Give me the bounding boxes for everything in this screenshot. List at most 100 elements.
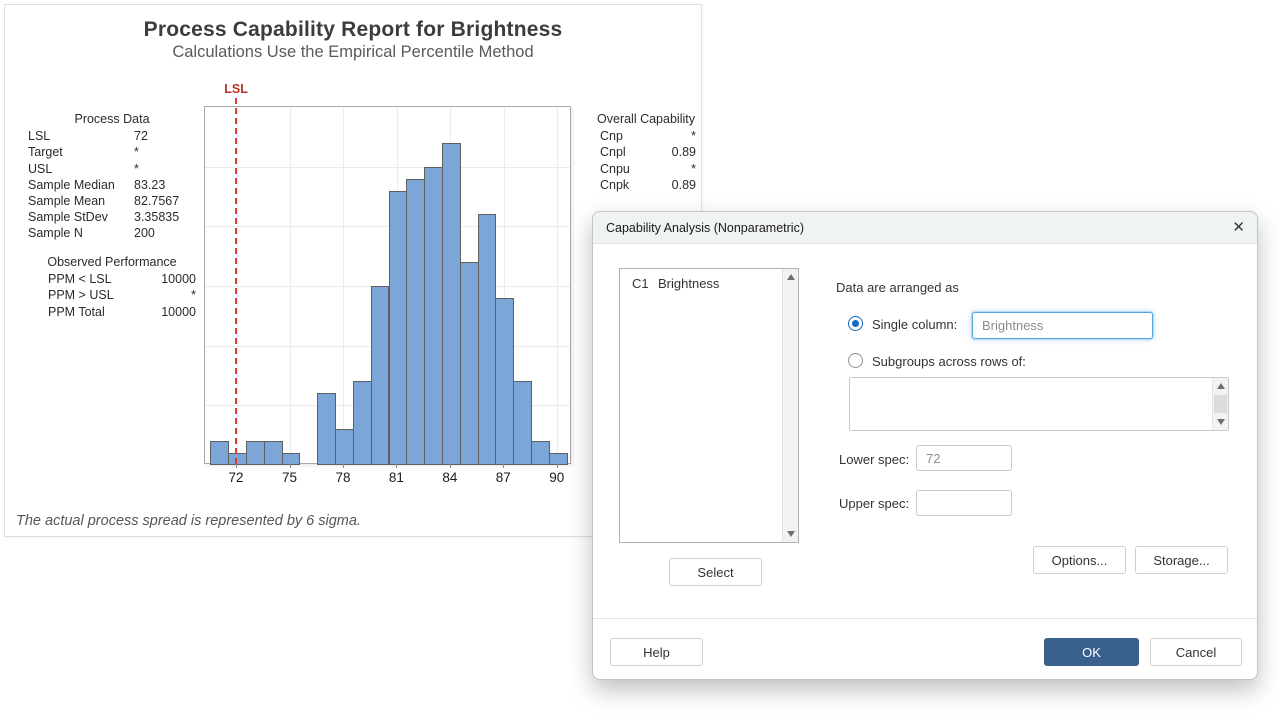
histogram-bar (531, 441, 550, 465)
gridline-horizontal (205, 226, 570, 227)
x-tick-label: 81 (379, 470, 413, 485)
help-button-label: Help (643, 645, 670, 660)
chart-title-block: Process Capability Report for Brightness… (5, 18, 701, 62)
stat-row: Cnpu* (600, 161, 696, 177)
scroll-down-button[interactable] (783, 526, 798, 542)
subgroups-scroll-up-icon (1217, 383, 1225, 389)
histogram-bar (335, 429, 354, 465)
stat-label: PPM > USL (48, 287, 114, 303)
stat-value: 72 (134, 128, 196, 144)
chart-title: Process Capability Report for Brightness (5, 18, 701, 42)
histogram-bar (317, 393, 336, 465)
histogram-bar (228, 453, 247, 465)
observed-performance-panel: Observed Performance PPM < LSL10000PPM >… (28, 254, 196, 320)
stat-row: PPM Total10000 (48, 304, 196, 320)
radio-dot (852, 320, 859, 327)
dialog-titlebar[interactable]: Capability Analysis (Nonparametric) ✕ (593, 212, 1257, 244)
stat-value: 0.89 (672, 177, 696, 193)
x-tick-mark (343, 464, 344, 468)
subgroups-scrollbar[interactable] (1212, 378, 1228, 430)
stat-value: 200 (134, 225, 196, 241)
select-button[interactable]: Select (669, 558, 762, 586)
scroll-up-button[interactable] (783, 269, 798, 285)
scroll-up-icon (787, 274, 795, 280)
stat-row: Cnpl0.89 (600, 144, 696, 160)
stat-label: Cnpl (600, 144, 626, 160)
single-column-input[interactable] (972, 312, 1153, 339)
stat-row: Sample StDev3.35835 (28, 209, 196, 225)
histogram-plot (204, 106, 571, 464)
options-button-label: Options... (1052, 553, 1108, 568)
histogram-bar (264, 441, 283, 465)
x-tick-label: 90 (540, 470, 574, 485)
stat-label: Sample StDev (28, 209, 134, 225)
x-tick-mark (557, 464, 558, 468)
overall-capability-rows: Cnp*Cnpl0.89Cnpu*Cnpk0.89 (594, 128, 698, 193)
histogram-bar (460, 262, 479, 465)
histogram-bar (442, 143, 461, 465)
upper-spec-input[interactable] (916, 490, 1012, 516)
dialog-title: Capability Analysis (Nonparametric) (606, 221, 804, 235)
column-listbox[interactable]: C1Brightness (619, 268, 799, 543)
histogram-bar (371, 286, 390, 465)
stat-value: 83.23 (134, 177, 196, 193)
process-data-rows: LSL72Target*USL*Sample Median83.23Sample… (28, 128, 196, 241)
stat-row: Sample Median83.23 (28, 177, 196, 193)
close-icon[interactable]: ✕ (1232, 220, 1245, 235)
listbox-scrollbar[interactable] (782, 269, 798, 542)
lower-spec-input[interactable] (916, 445, 1012, 471)
single-column-label: Single column: (872, 317, 957, 332)
process-data-panel: Process Data LSL72Target*USL*Sample Medi… (28, 111, 196, 242)
stat-value: * (134, 161, 196, 177)
stat-value: 10000 (161, 271, 196, 287)
lsl-line (235, 98, 237, 464)
stat-row: PPM < LSL10000 (48, 271, 196, 287)
footer-separator (593, 618, 1257, 619)
cancel-button[interactable]: Cancel (1150, 638, 1242, 666)
storage-button[interactable]: Storage... (1135, 546, 1228, 574)
radio-single-column[interactable] (848, 316, 863, 331)
help-button[interactable]: Help (610, 638, 703, 666)
stat-value: 10000 (161, 304, 196, 320)
stat-row: LSL72 (28, 128, 196, 144)
chart-footnote: The actual process spread is represented… (16, 513, 361, 529)
column-name: Brightness (658, 276, 719, 291)
overall-capability-title: Overall Capability (594, 111, 698, 127)
stat-row: Cnpk0.89 (600, 177, 696, 193)
observed-performance-rows: PPM < LSL10000PPM > USL*PPM Total10000 (28, 271, 196, 320)
subgroups-scroll-down-button[interactable] (1213, 414, 1228, 430)
stat-row: Cnp* (600, 128, 696, 144)
x-tick-mark (290, 464, 291, 468)
x-tick-mark (450, 464, 451, 468)
x-tick-mark (503, 464, 504, 468)
histogram-bar (246, 441, 265, 465)
stat-value: * (134, 144, 196, 160)
radio-subgroups[interactable] (848, 353, 863, 368)
ok-button-label: OK (1082, 645, 1101, 660)
list-item-brightness[interactable]: C1Brightness (620, 269, 798, 291)
lsl-label: LSL (221, 82, 251, 96)
histogram-bar (210, 441, 229, 465)
gridline-vertical (290, 107, 291, 463)
stat-row: USL* (28, 161, 196, 177)
stat-value: 82.7567 (134, 193, 196, 209)
subgroups-scroll-up-button[interactable] (1213, 378, 1228, 394)
stat-label: LSL (28, 128, 134, 144)
stat-label: Sample Median (28, 177, 134, 193)
histogram-bar (406, 179, 425, 465)
x-tick-label: 75 (273, 470, 307, 485)
options-button[interactable]: Options... (1033, 546, 1126, 574)
x-tick-label: 87 (486, 470, 520, 485)
select-button-label: Select (697, 565, 733, 580)
x-tick-label: 78 (326, 470, 360, 485)
gridline-horizontal (205, 167, 570, 168)
subgroups-input[interactable] (849, 377, 1229, 431)
stat-row: Sample Mean82.7567 (28, 193, 196, 209)
stat-label: Cnp (600, 128, 623, 144)
subgroups-scroll-thumb[interactable] (1214, 395, 1227, 413)
histogram-bar (353, 381, 372, 465)
ok-button[interactable]: OK (1044, 638, 1139, 666)
x-tick-label: 72 (219, 470, 253, 485)
cancel-button-label: Cancel (1176, 645, 1216, 660)
stat-row: Sample N200 (28, 225, 196, 241)
